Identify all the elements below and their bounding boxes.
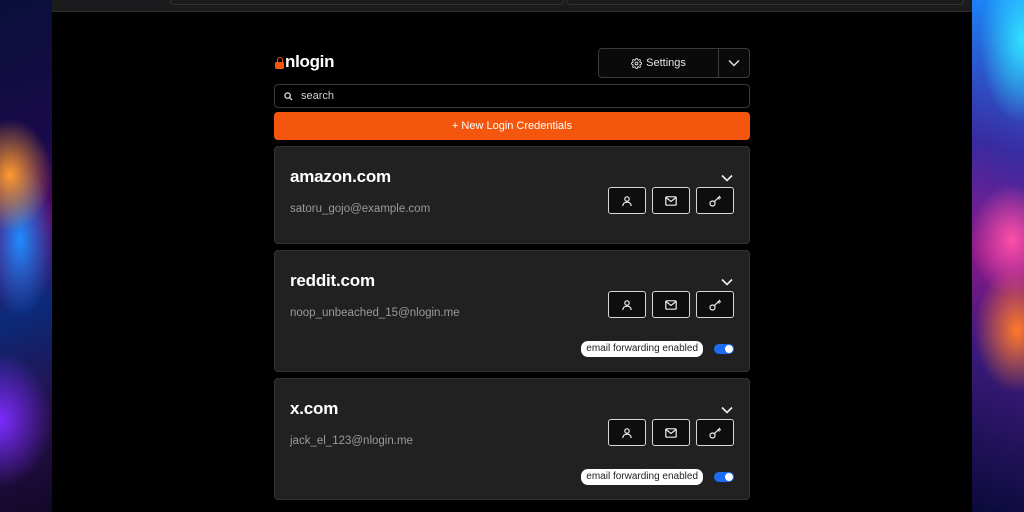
desktop-wallpaper-left: [0, 0, 52, 512]
desktop-wallpaper-right: [972, 0, 1024, 512]
credential-actions: [608, 291, 734, 318]
logo-text: nlogin: [285, 52, 335, 71]
expand-button[interactable]: [721, 401, 733, 419]
mail-icon: [665, 427, 677, 438]
credential-domain: x.com: [290, 399, 339, 418]
email-forwarding-row: email forwarding enabled: [581, 341, 734, 357]
new-login-credentials-button[interactable]: + New Login Credentials: [274, 112, 750, 140]
chevron-down-icon: [721, 174, 733, 182]
settings-control: Settings: [598, 48, 750, 78]
email-forwarding-row: email forwarding enabled: [581, 469, 734, 485]
credential-card: x.com jack_el_123@nlogin.me email forwar…: [274, 378, 750, 500]
key-icon: [708, 195, 721, 207]
toolbar-segment: [566, 0, 964, 5]
user-icon: [622, 195, 632, 206]
lock-icon: [275, 56, 284, 69]
user-icon: [622, 427, 632, 438]
app-logo: nlogin: [275, 52, 334, 72]
email-forwarding-badge: email forwarding enabled: [581, 469, 703, 485]
credential-card: reddit.com noop_unbeached_15@nlogin.me e…: [274, 250, 750, 372]
settings-dropdown-toggle[interactable]: [718, 49, 749, 77]
copy-password-button[interactable]: [696, 187, 734, 214]
window-titlebar: [52, 0, 972, 12]
copy-username-button[interactable]: [608, 291, 646, 318]
credential-card: amazon.com satoru_gojo@example.com: [274, 146, 750, 244]
email-forwarding-badge: email forwarding enabled: [581, 341, 703, 357]
key-icon: [708, 427, 721, 439]
copy-email-button[interactable]: [652, 291, 690, 318]
copy-username-button[interactable]: [608, 187, 646, 214]
copy-password-button[interactable]: [696, 291, 734, 318]
email-forwarding-toggle[interactable]: [714, 344, 734, 354]
copy-email-button[interactable]: [652, 187, 690, 214]
app-header: nlogin Settings: [274, 46, 750, 78]
email-forwarding-toggle[interactable]: [714, 472, 734, 482]
copy-username-button[interactable]: [608, 419, 646, 446]
mail-icon: [665, 195, 677, 206]
search-input[interactable]: [299, 89, 703, 103]
browser-window: nlogin Settings + New Login Credentials: [52, 0, 972, 512]
search-box: [274, 84, 750, 108]
gear-icon: [631, 57, 643, 69]
settings-button[interactable]: Settings: [599, 49, 718, 77]
settings-label: Settings: [646, 57, 686, 69]
credential-username: jack_el_123@nlogin.me: [290, 435, 413, 447]
credential-domain: amazon.com: [290, 167, 391, 186]
credential-username: noop_unbeached_15@nlogin.me: [290, 307, 460, 319]
credential-actions: [608, 187, 734, 214]
credential-username: satoru_gojo@example.com: [290, 203, 431, 215]
search-icon: [284, 91, 293, 101]
chevron-down-icon: [728, 59, 740, 67]
expand-button[interactable]: [721, 273, 733, 291]
copy-password-button[interactable]: [696, 419, 734, 446]
mail-icon: [665, 299, 677, 310]
copy-email-button[interactable]: [652, 419, 690, 446]
nlogin-app: nlogin Settings + New Login Credentials: [274, 46, 750, 500]
credential-domain: reddit.com: [290, 271, 375, 290]
expand-button[interactable]: [721, 169, 733, 187]
credential-actions: [608, 419, 734, 446]
user-icon: [622, 299, 632, 310]
chevron-down-icon: [721, 406, 733, 414]
key-icon: [708, 299, 721, 311]
toolbar-segment: [170, 0, 564, 5]
chevron-down-icon: [721, 278, 733, 286]
